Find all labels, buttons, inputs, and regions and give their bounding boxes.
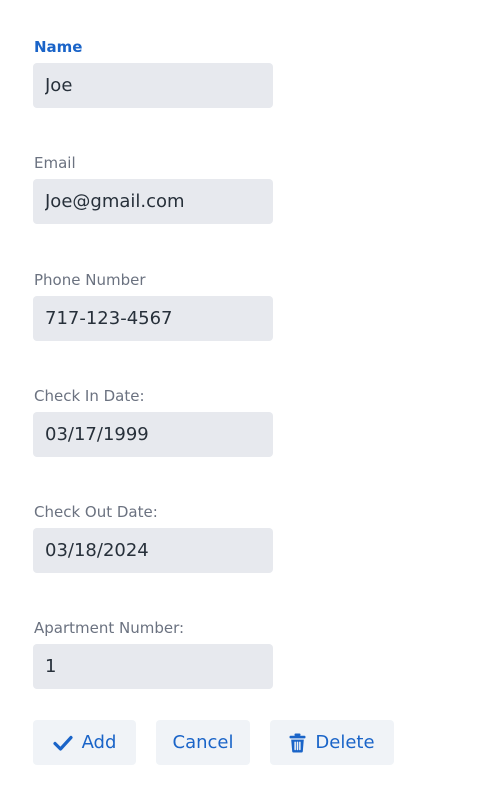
check-in-date-input[interactable] xyxy=(33,412,273,457)
phone-label: Phone Number xyxy=(34,271,146,289)
add-button-label: Add xyxy=(81,732,117,753)
phone-field-group: Phone Number xyxy=(33,270,273,341)
delete-button-label: Delete xyxy=(315,732,375,753)
apartment-form: Name Email Phone Number Check In Date: C… xyxy=(0,0,486,791)
name-field-group: Name xyxy=(33,37,273,108)
cancel-button-label: Cancel xyxy=(172,732,234,753)
email-field-group: Email xyxy=(33,153,273,224)
email-input[interactable] xyxy=(33,179,273,224)
check-icon xyxy=(52,735,73,751)
delete-button[interactable]: Delete xyxy=(270,720,394,765)
name-input[interactable] xyxy=(33,63,273,108)
check-out-field-group: Check Out Date: xyxy=(33,502,273,573)
check-in-label: Check In Date: xyxy=(34,387,145,405)
check-out-label: Check Out Date: xyxy=(34,503,158,521)
email-label: Email xyxy=(34,154,76,172)
cancel-button[interactable]: Cancel xyxy=(156,720,250,765)
apartment-number-input[interactable] xyxy=(33,644,273,689)
phone-input[interactable] xyxy=(33,296,273,341)
check-out-date-input[interactable] xyxy=(33,528,273,573)
trash-icon xyxy=(289,733,306,753)
name-label: Name xyxy=(34,38,83,56)
check-in-field-group: Check In Date: xyxy=(33,386,273,457)
apartment-number-field-group: Apartment Number: xyxy=(33,618,273,689)
apartment-number-label: Apartment Number: xyxy=(34,619,185,637)
add-button[interactable]: Add xyxy=(33,720,136,765)
